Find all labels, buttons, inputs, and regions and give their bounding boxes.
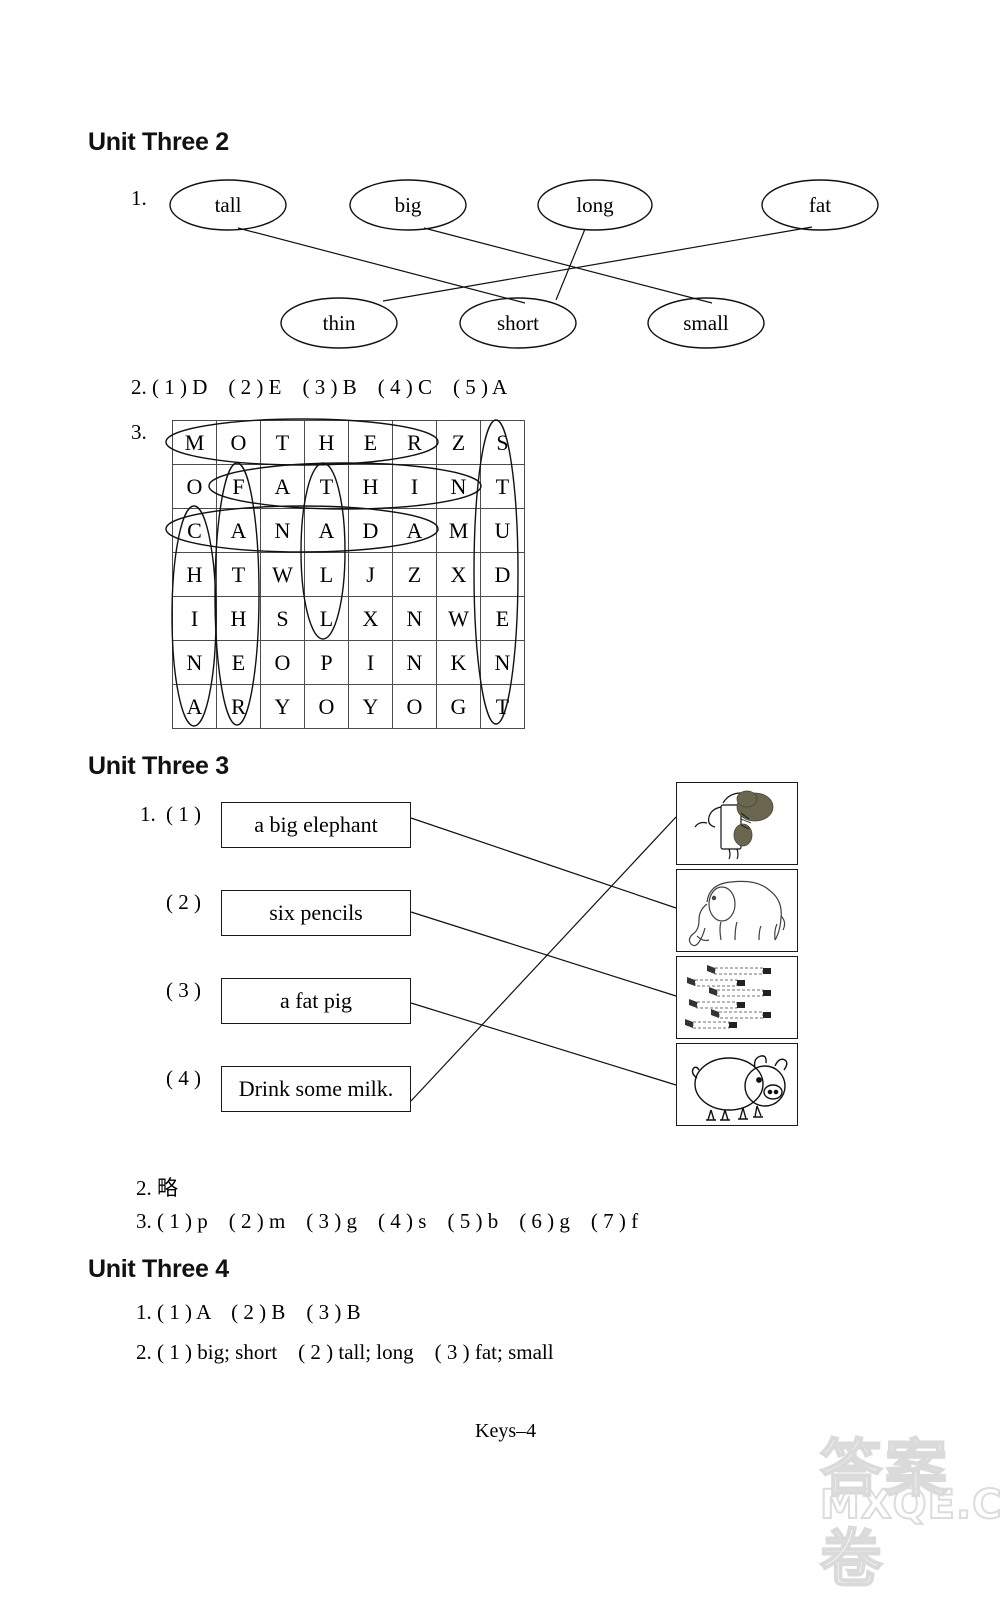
answer-line-u33-q3: 3. ( 1 ) p ( 2 ) m ( 3 ) g ( 4 ) s ( 5 )…	[136, 1209, 639, 1233]
match-line-elephant	[410, 817, 677, 909]
answer-line-u33-q2: 2. 略	[136, 1176, 178, 1200]
match-line-pig	[410, 1002, 677, 1086]
section-heading-unit-three-4: Unit Three 4	[88, 1255, 229, 1283]
picture-matching-lines	[410, 816, 677, 1102]
match-line-milk	[410, 816, 677, 1102]
answer-line-u34-q2: 2. ( 1 ) big; short ( 2 ) tall; long ( 3…	[136, 1340, 554, 1364]
watermark-english: MXQE.COM	[819, 1481, 1000, 1529]
answer-key-page: Unit Three 2 1. tall big long fat thin s…	[0, 0, 1000, 1596]
page-footer-label: Keys–4	[475, 1420, 537, 1442]
answer-line-u34-q1: 1. ( 1 ) A ( 2 ) B ( 3 ) B	[136, 1300, 361, 1324]
match-line-pencils	[410, 911, 677, 997]
